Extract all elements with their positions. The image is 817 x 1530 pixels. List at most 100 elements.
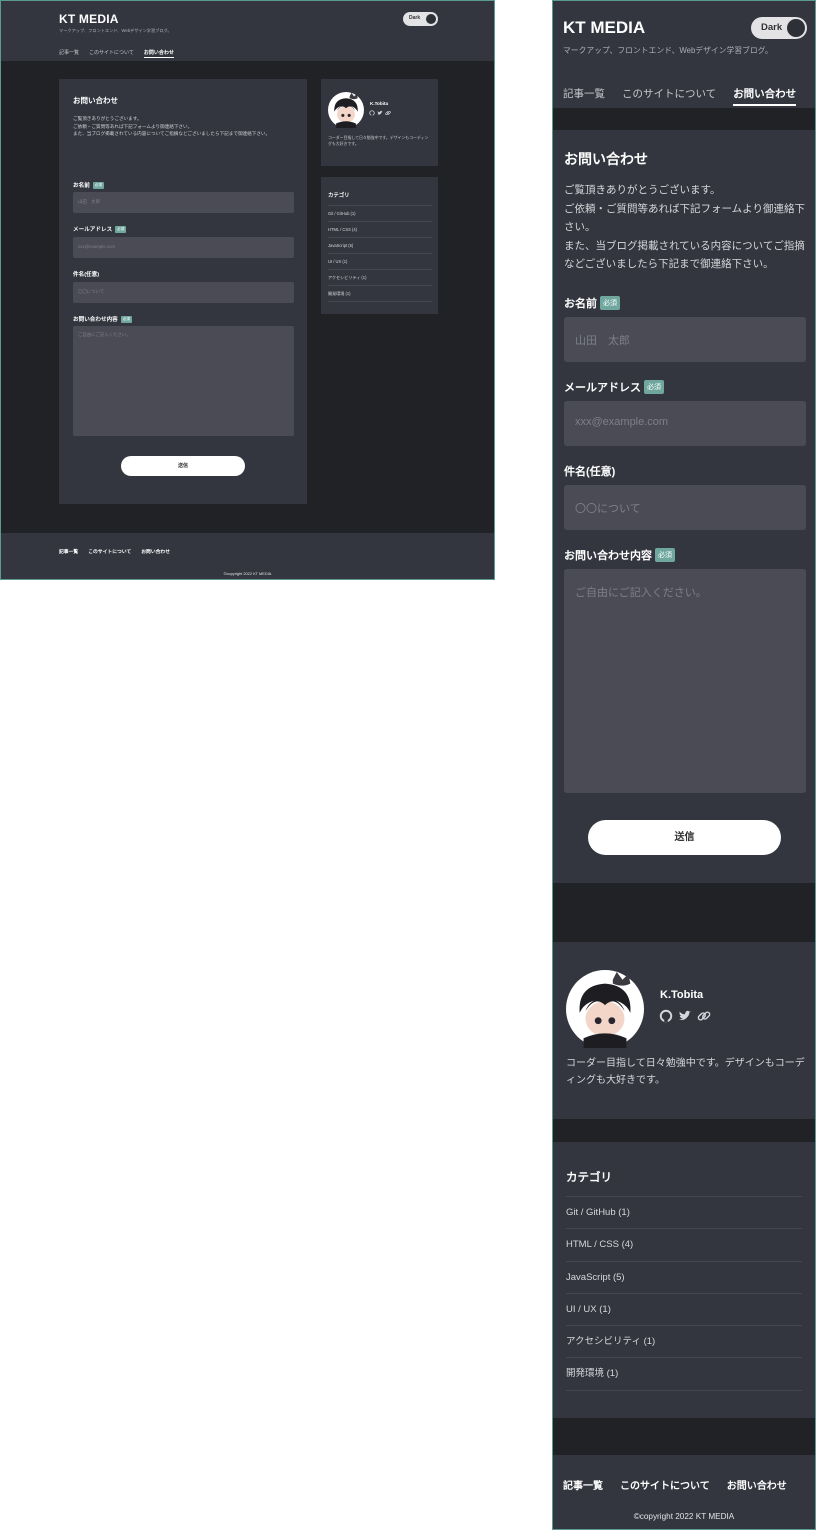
- github-icon[interactable]: [369, 110, 375, 116]
- link-icon[interactable]: [697, 1009, 711, 1023]
- profile-card: K.Tobita コーダー目指して日々勉強中です。デザインもコーディングも大好き…: [321, 79, 438, 166]
- subject-label: 件名(任意): [564, 463, 615, 479]
- submit-button-label: 送信: [674, 832, 695, 843]
- nav-item-articles[interactable]: 記事一覧: [563, 86, 605, 106]
- category-item[interactable]: アクセシビリティ (1): [566, 1326, 802, 1359]
- theme-toggle-label: Dark: [761, 22, 783, 33]
- name-field[interactable]: 山田 太郎: [564, 317, 806, 362]
- category-item[interactable]: Git / GitHub (1): [328, 206, 432, 222]
- category-item[interactable]: アクセシビリティ (1): [328, 270, 432, 286]
- category-item[interactable]: UI / UX (1): [328, 254, 432, 270]
- email-label-text: メールアドレス: [564, 382, 641, 394]
- intro-line: また、当ブログ掲載されている内容についてご指摘などございましたら下記まで御連絡下…: [73, 131, 271, 136]
- footer-nav-about[interactable]: このサイトについて: [620, 1477, 710, 1492]
- name-placeholder: 山田 太郎: [78, 199, 100, 204]
- footer-nav-contact[interactable]: お問い合わせ: [727, 1477, 787, 1492]
- email-placeholder: xxx@example.com: [575, 416, 669, 428]
- subject-placeholder: 〇〇について: [78, 289, 105, 294]
- social-links: [369, 110, 391, 116]
- link-icon[interactable]: [385, 110, 391, 116]
- subject-placeholder: 〇〇について: [575, 503, 641, 515]
- profile-bio: コーダー目指して日々勉強中です。デザインもコーディングも大好きです。: [328, 135, 429, 146]
- footer-nav-about[interactable]: このサイトについて: [88, 548, 131, 555]
- nav-item-articles[interactable]: 記事一覧: [59, 49, 79, 58]
- nav-item-contact[interactable]: お問い合わせ: [143, 49, 174, 58]
- name-label: お名前 必須: [73, 181, 104, 189]
- category-card: カテゴリ Git / GitHub (1) HTML / CSS (4) Jav…: [321, 177, 438, 314]
- site-logo[interactable]: KT MEDIA: [563, 18, 645, 38]
- profile-bio: コーダー目指して日々勉強中です。デザインもコーディングも大好きです。: [566, 1058, 805, 1086]
- footer-nav-contact[interactable]: お問い合わせ: [141, 548, 170, 555]
- message-textarea[interactable]: ご自由にご記入ください。: [564, 569, 806, 793]
- email-field[interactable]: xxx@example.com: [564, 401, 806, 446]
- category-item[interactable]: 開発環境 (1): [328, 286, 432, 302]
- category-item[interactable]: 開発環境 (1): [566, 1358, 802, 1391]
- category-list: Git / GitHub (1) HTML / CSS (4) JavaScri…: [566, 1196, 802, 1391]
- email-label-text: メールアドレス: [73, 227, 113, 233]
- name-label-text: お名前: [73, 183, 90, 189]
- submit-button[interactable]: 送信: [121, 456, 245, 476]
- intro-line: ご覧頂きありがとうございます。: [73, 116, 142, 121]
- contact-intro: ご覧頂きありがとうございます。 ご依頼・ご質問等あれば下記フォームより御連絡下さ…: [564, 181, 808, 274]
- message-placeholder: ご自由にご記入ください。: [575, 587, 707, 599]
- site-logo[interactable]: KT MEDIA: [59, 12, 119, 26]
- twitter-icon[interactable]: [678, 1009, 692, 1023]
- theme-toggle[interactable]: Dark: [751, 17, 807, 39]
- name-label-text: お名前: [564, 298, 597, 310]
- category-item[interactable]: HTML / CSS (4): [566, 1229, 802, 1262]
- subject-field[interactable]: 〇〇について: [73, 282, 294, 303]
- category-title: カテゴリ: [566, 1172, 612, 1184]
- email-label: メールアドレス 必須: [73, 225, 127, 233]
- subject-label-text: 件名(任意): [564, 466, 616, 478]
- required-badge: 必須: [600, 296, 620, 310]
- theme-toggle[interactable]: Dark: [403, 12, 438, 26]
- required-badge: 必須: [655, 548, 675, 562]
- category-item[interactable]: JavaScript (5): [328, 238, 432, 254]
- github-icon[interactable]: [659, 1009, 673, 1023]
- intro-line: ご依頼・ご質問等あれば下記フォームより御連絡下さい。: [564, 202, 805, 234]
- site-tagline: マークアップ、フロントエンド、Webデザイン学習ブログ。: [563, 46, 773, 55]
- site-header: KT MEDIA マークアップ、フロントエンド、Webデザイン学習ブログ。 Da…: [553, 1, 815, 108]
- footer-nav: 記事一覧 このサイトについて お問い合わせ: [59, 548, 170, 555]
- email-field[interactable]: xxx@example.com: [73, 237, 294, 258]
- message-textarea[interactable]: ご自由にご記入ください。: [73, 326, 294, 436]
- subject-field[interactable]: 〇〇について: [564, 485, 806, 530]
- main-nav: 記事一覧 このサイトについて お問い合わせ: [59, 49, 174, 58]
- intro-line: ご覧頂きありがとうございます。: [564, 184, 721, 196]
- required-badge: 必須: [115, 225, 127, 233]
- footer-nav-articles[interactable]: 記事一覧: [563, 1477, 603, 1492]
- avatar: [328, 92, 364, 128]
- message-label: お問い合わせ内容 必須: [73, 315, 132, 323]
- copyright: ©copyright 2022 KT MEDIA: [633, 1512, 735, 1521]
- twitter-icon[interactable]: [377, 110, 383, 116]
- contact-card: お問い合わせ ご覧頂きありがとうございます。 ご依頼・ご質問等あれば下記フォーム…: [553, 130, 815, 883]
- message-label-text: お問い合わせ内容: [73, 317, 118, 323]
- name-placeholder: 山田 太郎: [575, 335, 630, 347]
- contact-intro: ご覧頂きありがとうございます。 ご依頼・ご質問等あれば下記フォームより御連絡下さ…: [73, 115, 295, 138]
- desktop-preview: KT MEDIA マークアップ、フロントエンド、Webデザイン学習ブログ。 Da…: [0, 0, 495, 580]
- intro-line: ご依頼・ご質問等あれば下記フォームより御連絡下さい。: [73, 123, 193, 129]
- nav-item-contact[interactable]: お問い合わせ: [733, 86, 797, 106]
- copyright: ©copyright 2022 KT MEDIA: [223, 571, 272, 576]
- category-item[interactable]: JavaScript (5): [566, 1262, 802, 1294]
- name-field[interactable]: 山田 太郎: [73, 192, 294, 213]
- submit-button[interactable]: 送信: [588, 820, 781, 855]
- email-label: メールアドレス 必須: [564, 379, 664, 395]
- required-badge: 必須: [92, 181, 104, 189]
- social-links: [659, 1009, 711, 1023]
- toggle-knob: [426, 14, 436, 24]
- required-badge: 必須: [644, 380, 664, 394]
- category-item[interactable]: Git / GitHub (1): [566, 1197, 802, 1230]
- mobile-preview: KT MEDIA マークアップ、フロントエンド、Webデザイン学習ブログ。 Da…: [552, 0, 816, 1530]
- subject-label-text: 件名(任意): [73, 272, 100, 278]
- nav-item-about[interactable]: このサイトについて: [622, 86, 716, 106]
- contact-title: お問い合わせ: [73, 96, 118, 105]
- category-item[interactable]: UI / UX (1): [566, 1294, 802, 1327]
- nav-item-about[interactable]: このサイトについて: [89, 49, 134, 58]
- category-item[interactable]: HTML / CSS (4): [328, 222, 432, 238]
- toggle-knob: [787, 19, 805, 37]
- footer-nav-articles[interactable]: 記事一覧: [59, 548, 78, 555]
- site-footer: 記事一覧 このサイトについて お問い合わせ ©copyright 2022 KT…: [1, 533, 494, 579]
- site-tagline: マークアップ、フロントエンド、Webデザイン学習ブログ。: [59, 28, 172, 33]
- profile-name: K.Tobita: [660, 989, 704, 1001]
